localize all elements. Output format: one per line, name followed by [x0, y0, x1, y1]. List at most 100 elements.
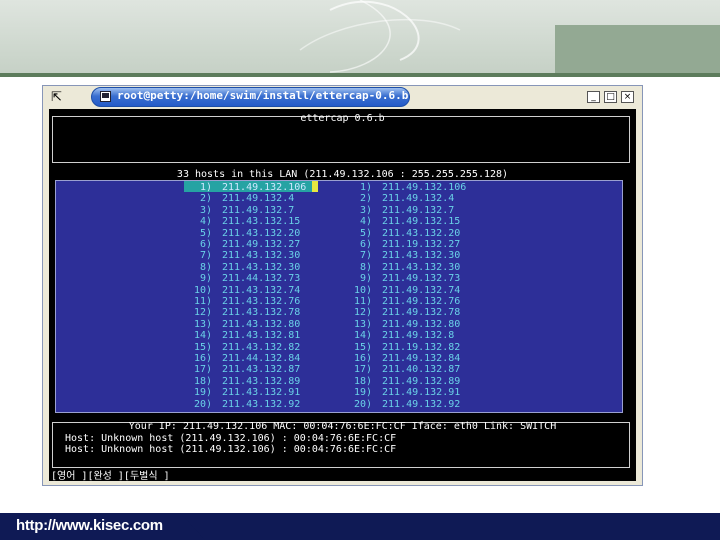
host-row[interactable]: 3) 211.49.132.7 3) 211.49.132.7: [56, 205, 624, 216]
host-ip: 211.40.132.87: [382, 364, 461, 376]
host-row[interactable]: 18) 211.43.132.89 18) 211.49.132.89: [56, 376, 624, 387]
host-ip: 211.49.132.91: [382, 387, 461, 399]
host-ip: 211.49.132.106: [222, 182, 307, 193]
host-ip: 211.43.132.92: [222, 398, 301, 410]
host-number: 5): [359, 227, 372, 239]
host-ip: 211.49.132.84: [382, 353, 461, 364]
host-row[interactable]: 2) 211.49.132.4 2) 211.49.132.4: [56, 193, 624, 204]
host-ip: 211.49.132.8: [382, 330, 455, 342]
host-ip: 211.43.132.15: [222, 216, 301, 228]
host-row[interactable]: 9) 211.44.132.73 9) 211.49.132.73: [56, 273, 624, 284]
terminal-window[interactable]: ⇱ root@petty:/home/swim/install/ettercap…: [42, 85, 643, 486]
host-number: 15): [193, 341, 212, 353]
your-ip-line: Your IP: 211.49.132.106 MAC: 00:04:76:6E…: [128, 421, 557, 432]
host-ip: 211.49.132.4: [222, 193, 295, 205]
host-number: 16): [353, 353, 372, 364]
host-row[interactable]: 20) 211.43.132.92 20) 211.49.132.92: [56, 399, 624, 410]
host-number: 11): [353, 296, 372, 307]
host-ip: 211.49.132.76: [382, 296, 461, 307]
host-row[interactable]: 10) 211.43.132.74 10) 211.49.132.74: [56, 285, 624, 296]
host-number: 17): [193, 364, 212, 376]
host-ip: 211.49.132.74: [382, 284, 461, 296]
host-row[interactable]: 16) 211.44.132.84 16) 211.49.132.84: [56, 353, 624, 364]
host-row[interactable]: 13) 211.43.132.80 13) 211.49.132.80: [56, 319, 624, 330]
host-line-source: Host: Unknown host (211.49.132.106) : 00…: [65, 433, 397, 444]
host-ip: 211.43.132.30: [222, 250, 301, 262]
host-ip: 211.49.132.89: [382, 375, 461, 387]
host-row[interactable]: 14) 211.43.132.81 14) 211.49.132.8: [56, 330, 624, 341]
host-row[interactable]: 15) 211.43.132.82 15) 211.19.132.82: [56, 342, 624, 353]
host-number: 8): [359, 261, 372, 273]
host-ip: 211.49.132.92: [382, 398, 461, 410]
host-ip: 211.43.132.82: [222, 341, 301, 353]
host-ip: 211.43.132.30: [382, 250, 461, 262]
host-number: 4): [359, 216, 372, 228]
host-number: 18): [193, 375, 212, 387]
host-row[interactable]: 4) 211.43.132.15 4) 211.49.132.15: [56, 216, 624, 227]
host-number: 6): [199, 239, 212, 250]
host-ip: 211.19.132.27: [382, 239, 461, 250]
host-number: 14): [193, 330, 212, 342]
host-number: 8): [199, 261, 212, 273]
host-ip: 211.49.132.7: [222, 204, 295, 216]
host-row[interactable]: 11) 211.43.132.76 11) 211.49.132.76: [56, 296, 624, 307]
host-ip: 211.49.132.78: [382, 307, 461, 319]
hosts-panel[interactable]: 1) 211.49.132.106 1) 211.49.132.106 2) 211.49…: [55, 180, 623, 413]
close-button[interactable]: ×: [621, 91, 634, 103]
host-number: 2): [359, 193, 372, 205]
host-number: 6): [359, 239, 372, 250]
host-row[interactable]: 5) 211.43.132.20 5) 211.43.132.20: [56, 228, 624, 239]
host-ip: 211.43.132.78: [222, 307, 301, 319]
app-title: ettercap 0.6.b: [300, 113, 385, 124]
host-ip: 211.43.132.81: [222, 330, 301, 342]
host-ip: 211.49.132.27: [222, 239, 301, 250]
host-ip: 211.43.132.87: [222, 364, 301, 376]
host-number: 10): [353, 284, 372, 296]
host-number: 7): [199, 250, 212, 262]
terminal-icon: [100, 91, 111, 102]
host-number: 14): [353, 330, 372, 342]
host-number: 12): [193, 307, 212, 319]
host-number: 19): [193, 387, 212, 399]
host-ip: 211.44.132.84: [222, 353, 301, 364]
pointer-arrow-icon: ⇱: [51, 90, 62, 105]
host-ip: 211.43.132.80: [222, 318, 301, 330]
window-titlebar[interactable]: ⇱ root@petty:/home/swim/install/ettercap…: [43, 86, 642, 109]
host-ip: 211.43.132.76: [222, 296, 301, 307]
host-row[interactable]: 1) 211.49.132.106 1) 211.49.132.106: [56, 182, 624, 193]
banner-stripe: [0, 73, 720, 77]
host-ip: 211.49.132.15: [382, 216, 461, 228]
host-ip: 211.49.132.80: [382, 318, 461, 330]
host-ip: 211.43.132.91: [222, 387, 301, 399]
host-number: 5): [199, 227, 212, 239]
window-title: root@petty:/home/swim/install/ettercap-0…: [117, 89, 409, 102]
host-row[interactable]: 8) 211.43.132.30 8) 211.43.132.30: [56, 262, 624, 273]
host-number: 13): [353, 318, 372, 330]
host-ip: 211.49.132.73: [382, 273, 461, 285]
host-number: 2): [199, 193, 212, 205]
slide-banner: [0, 0, 720, 77]
host-number: 13): [193, 318, 212, 330]
host-number: 11): [193, 296, 212, 307]
host-row[interactable]: 17) 211.43.132.87 17) 211.40.132.87: [56, 364, 624, 375]
window-title-pill[interactable]: root@petty:/home/swim/install/ettercap-0…: [91, 87, 410, 107]
host-number: 19): [353, 387, 372, 399]
host-number: 1): [359, 182, 372, 193]
host-number: 20): [193, 398, 212, 410]
minimize-button[interactable]: _: [587, 91, 600, 103]
host-row[interactable]: 19) 211.43.132.91 19) 211.49.132.91: [56, 387, 624, 398]
host-number: 9): [199, 273, 212, 285]
terminal-screen[interactable]: ettercap 0.6.b 33 hosts in this LAN (211…: [49, 109, 636, 481]
banner-decoration: [299, 0, 720, 73]
footer-url[interactable]: http://www.kisec.com: [16, 517, 163, 534]
host-ip: 211.49.132.4: [382, 193, 455, 205]
maximize-button[interactable]: □: [604, 91, 617, 103]
host-ip: 211.19.132.82: [382, 341, 461, 353]
host-row[interactable]: 7) 211.43.132.30 7) 211.43.132.30: [56, 250, 624, 261]
host-row[interactable]: 12) 211.43.132.78 12) 211.49.132.78: [56, 307, 624, 318]
input-method-status: [영어 ][완성 ][두벌식 ]: [51, 471, 170, 481]
host-ip: 211.43.132.74: [222, 284, 301, 296]
host-line-dest: Host: Unknown host (211.49.132.106) : 00…: [65, 444, 397, 455]
host-row[interactable]: 6) 211.49.132.27 6) 211.19.132.27: [56, 239, 624, 250]
host-number: 9): [359, 273, 372, 285]
